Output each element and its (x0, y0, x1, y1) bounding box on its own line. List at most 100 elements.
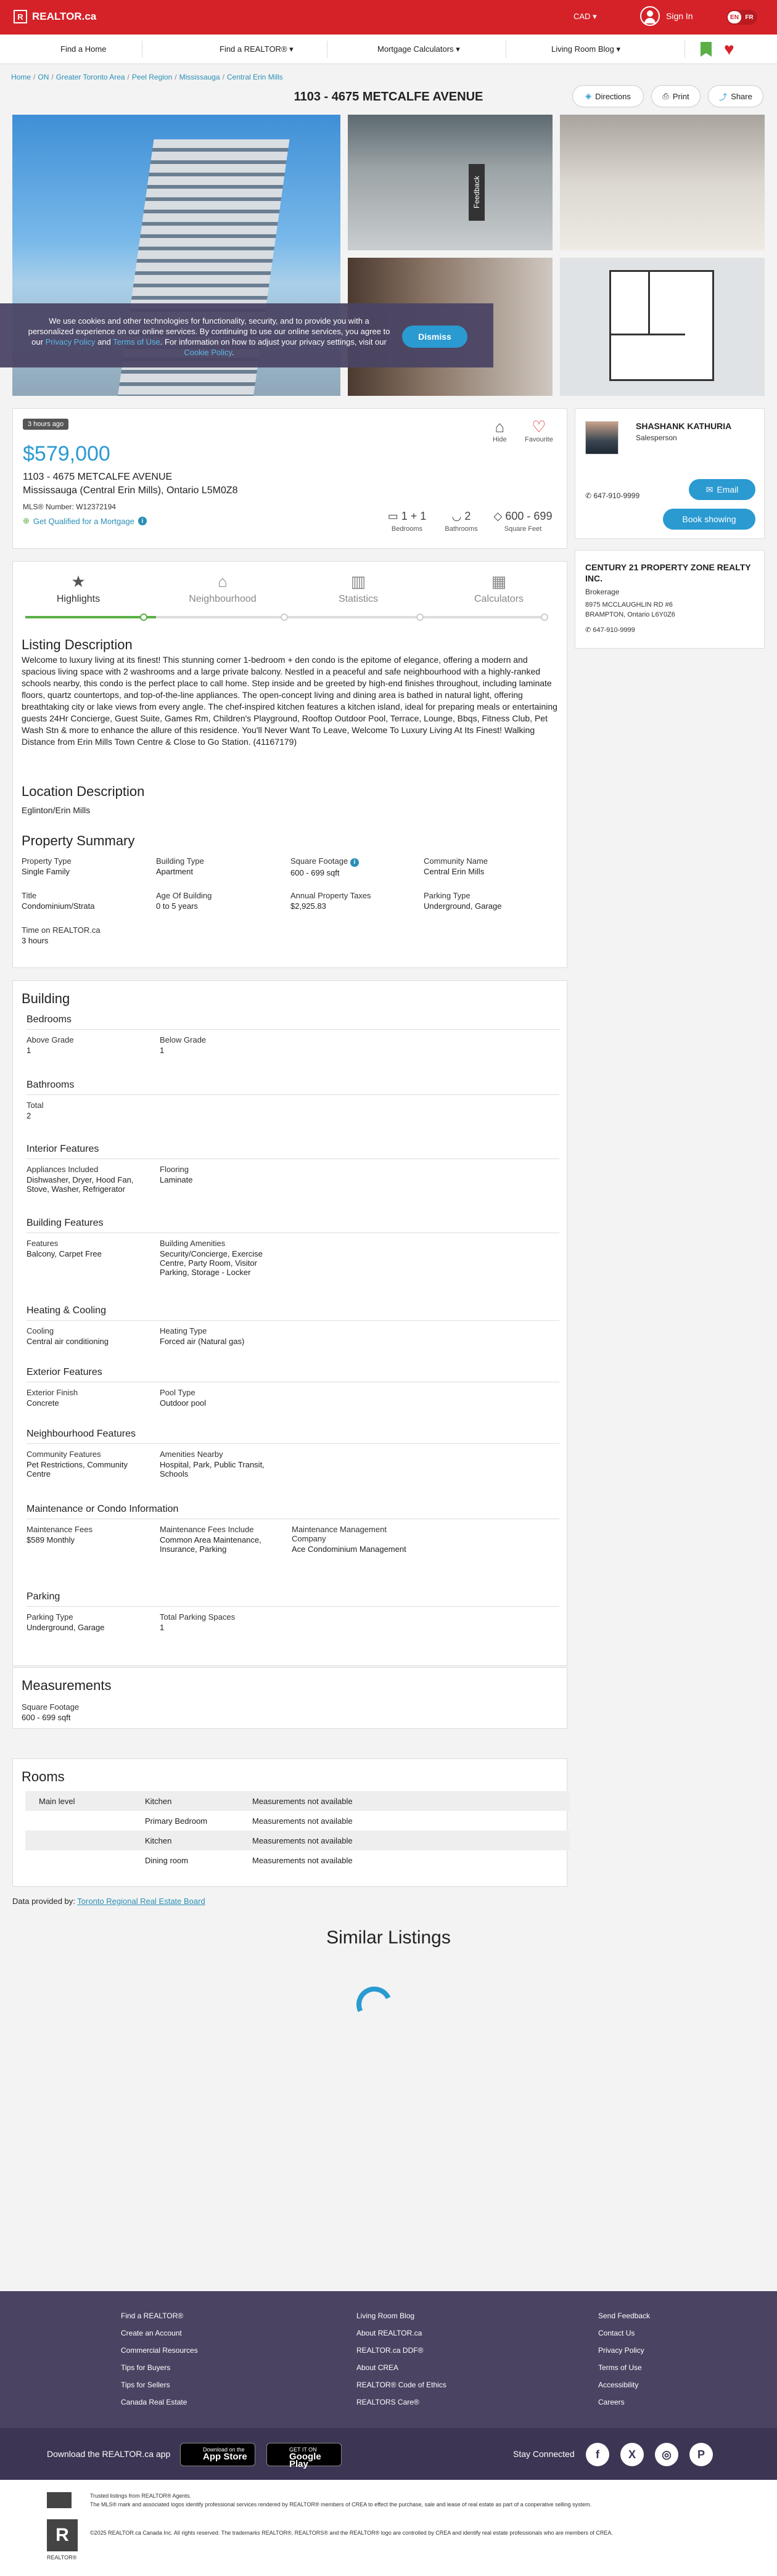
brokerage-name[interactable]: CENTURY 21 PROPERTY ZONE REALTY INC. (585, 562, 752, 584)
print-button[interactable]: ⎙ Print (651, 85, 701, 107)
parking-type: Parking Type Underground, Garage (27, 1612, 105, 1632)
info-icon[interactable]: i (138, 517, 147, 525)
tab-calculators[interactable]: ▦ Calculators (437, 572, 561, 605)
cookie-policy-link[interactable]: Cookie Policy (184, 348, 232, 357)
footer-link[interactable]: About REALTOR.ca (356, 2324, 446, 2342)
location-description-heading: Location Description (22, 784, 145, 799)
breadcrumb-on[interactable]: ON (38, 73, 49, 81)
rooms-row: Kitchen Measurements not available (25, 1831, 570, 1850)
breadcrumb-mississauga[interactable]: Mississauga (179, 73, 220, 81)
bathrooms-heading: Bathrooms (27, 1080, 75, 1090)
google-play-badge[interactable]: GET IT ON Google Play (266, 2443, 342, 2469)
photo-lobby[interactable] (560, 115, 765, 250)
listing-price: $579,000 (23, 442, 110, 466)
hide-button[interactable]: ⌂ Hide (493, 417, 507, 443)
maintenance-fees-include: Maintenance Fees Include Common Area Main… (160, 1525, 261, 1554)
agent-phone[interactable]: ✆ 647-910-9999 (585, 491, 639, 500)
footer-link[interactable]: Commercial Resources (121, 2342, 198, 2359)
footer-link[interactable]: Find a REALTOR® (121, 2307, 198, 2324)
lang-fr[interactable]: FR (742, 11, 756, 23)
book-showing-button[interactable]: Book showing (663, 509, 755, 530)
footer-link[interactable]: Tips for Buyers (121, 2359, 198, 2376)
footer-link[interactable]: Create an Account (121, 2324, 198, 2342)
agent-name[interactable]: SHASHANK KATHURIA (636, 421, 731, 431)
brokerage-address1: 8975 MCCLAUGHLIN RD #6 (585, 601, 673, 609)
share-button[interactable]: ⤴ Share (708, 85, 763, 107)
sign-in-button[interactable]: Sign In (640, 6, 693, 26)
tab-neighbourhood[interactable]: ⌂ Neighbourhood (161, 572, 284, 605)
terms-of-use-link[interactable]: Terms of Use (113, 337, 160, 347)
footer-link[interactable]: Contact Us (598, 2324, 650, 2342)
email-button[interactable]: ✉ Email (689, 479, 755, 500)
similar-listings-heading: Similar Listings (326, 1927, 451, 1948)
maintenance-fees: Maintenance Fees $589 Monthly (27, 1525, 92, 1544)
footer-link[interactable]: Careers (598, 2393, 650, 2411)
photo-floor-plan[interactable] (560, 258, 765, 396)
breadcrumb-gta[interactable]: Greater Toronto Area (56, 73, 125, 81)
footer-link[interactable]: Accessibility (598, 2376, 650, 2393)
lang-en[interactable]: EN (728, 11, 741, 23)
agent-avatar[interactable] (585, 421, 619, 454)
stay-connected-label: Stay Connected (513, 2449, 575, 2459)
app-store-badge[interactable]: Download on the App Store (180, 2443, 255, 2466)
nav-find-realtor[interactable]: Find a REALTOR® ▾ (220, 44, 294, 54)
phone-icon: ✆ (585, 491, 592, 500)
breadcrumb-home[interactable]: Home (11, 73, 31, 81)
feedback-tab[interactable]: Feedback (469, 164, 485, 221)
room-name: Dining room (145, 1856, 189, 1865)
breadcrumb-central-erin-mills[interactable]: Central Erin Mills (227, 73, 283, 81)
tab-progress-fill (25, 616, 156, 618)
directions-button[interactable]: ◈ Directions (572, 85, 644, 107)
total-parking-spaces: Total Parking Spaces 1 (160, 1612, 236, 1632)
rooms-row: Primary Bedroom Measurements not availabl… (25, 1811, 570, 1831)
footer-link[interactable]: Privacy Policy (598, 2342, 650, 2359)
tab-statistics[interactable]: ▥ Statistics (297, 572, 420, 605)
dismiss-cookie-button[interactable]: Dismiss (402, 326, 467, 348)
address-line1: 1103 - 4675 METCALFE AVENUE (23, 472, 173, 482)
footer-link[interactable]: Tips for Sellers (121, 2376, 198, 2393)
footer-link[interactable]: Living Room Blog (356, 2307, 446, 2324)
saved-searches-bookmark-icon[interactable] (701, 42, 712, 57)
currency-selector[interactable]: CAD ▾ (574, 12, 597, 22)
footer-link[interactable]: REALTOR.ca DDF® (356, 2342, 446, 2359)
brokerage-phone[interactable]: ✆ 647-910-9999 (585, 626, 635, 634)
breadcrumb-peel[interactable]: Peel Region (132, 73, 172, 81)
logo-text: REALTOR.ca (32, 10, 97, 22)
rooms-heading: Rooms (22, 1769, 65, 1784)
rooms-card: Rooms Main level Kitchen Measurements not … (12, 1758, 570, 1887)
flooring: Flooring Laminate (160, 1165, 193, 1184)
nav-living-room-blog[interactable]: Living Room Blog ▾ (551, 44, 620, 54)
interior-features-heading: Interior Features (27, 1144, 99, 1154)
floor-plan-drawing (609, 270, 714, 381)
nav-find-home[interactable]: Find a Home (60, 44, 106, 54)
footer-link[interactable]: Canada Real Estate (121, 2393, 198, 2411)
footer-link[interactable]: About CREA (356, 2359, 446, 2376)
nav-divider (684, 41, 685, 58)
privacy-policy-link[interactable]: Privacy Policy (46, 337, 96, 347)
pinterest-icon[interactable]: P (689, 2443, 713, 2466)
mortgage-link[interactable]: ⊕ Get Qualified for a Mortgage i (23, 516, 147, 526)
agent-card: SHASHANK KATHURIA Salesperson ✆ 647-910-… (575, 408, 765, 539)
info-icon[interactable]: i (350, 858, 359, 867)
photo-entrance[interactable] (348, 115, 553, 250)
realtor-logo[interactable]: R REALTOR.ca (14, 10, 96, 23)
footer-link[interactable]: Send Feedback (598, 2307, 650, 2324)
favourite-button[interactable]: ♡ Favourite (525, 417, 553, 443)
footer-link[interactable]: REALTOR® Code of Ethics (356, 2376, 446, 2393)
footer-link[interactable]: REALTORS Care® (356, 2393, 446, 2411)
room-name: Kitchen (145, 1797, 172, 1806)
favourites-heart-icon[interactable]: ♥ (724, 41, 734, 58)
facebook-icon[interactable]: f (586, 2443, 609, 2466)
brokerage-address2: BRAMPTON, Ontario L6Y0Z6 (585, 611, 675, 618)
print-icon: ⎙ (662, 91, 669, 100)
neighbourhood-features-heading: Neighbourhood Features (27, 1429, 136, 1439)
data-provider-link[interactable]: Toronto Regional Real Estate Board (77, 1897, 205, 1906)
star-icon: ★ (71, 572, 86, 591)
instagram-icon[interactable]: ◎ (655, 2443, 678, 2466)
nav-mortgage-calculators[interactable]: Mortgage Calculators ▾ (377, 44, 460, 54)
mls-note: The MLS® mark and associated logos ident… (90, 2501, 592, 2508)
language-toggle[interactable]: EN FR (726, 10, 757, 25)
tab-highlights[interactable]: ★ Highlights (17, 572, 140, 605)
x-twitter-icon[interactable]: X (620, 2443, 644, 2466)
footer-link[interactable]: Terms of Use (598, 2359, 650, 2376)
